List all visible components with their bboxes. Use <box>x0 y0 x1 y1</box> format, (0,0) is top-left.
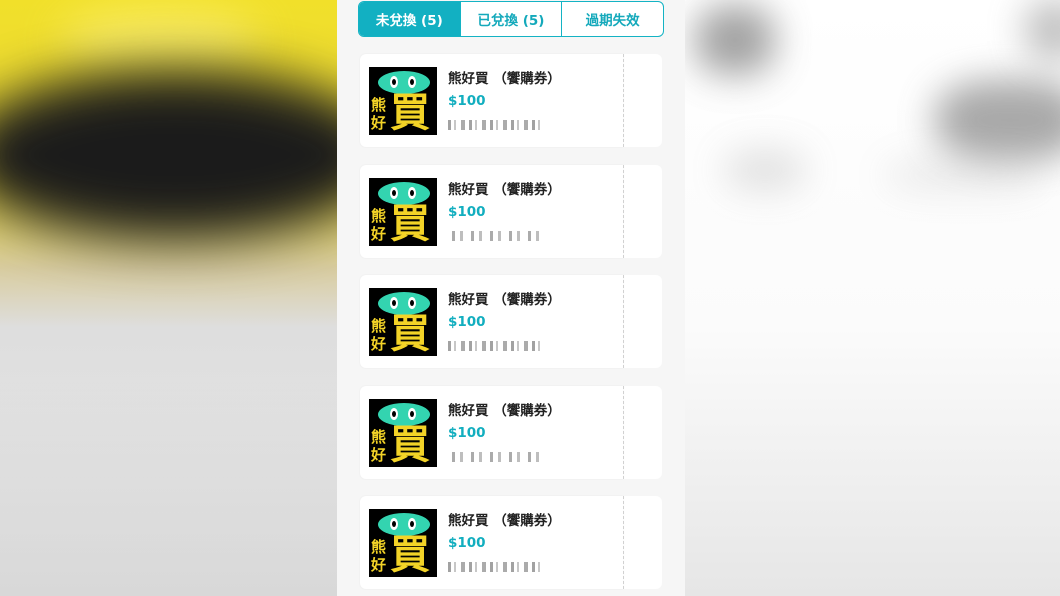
coupon-card[interactable]: 熊 好 買 熊好買 （饗購券） $100 <box>360 164 662 258</box>
coupon-stub <box>623 54 662 147</box>
coupon-list: 熊 好 買 熊好買 （饗購券） $100 熊 好 買 熊好買 （饗購券） $10… <box>360 54 662 596</box>
brand-logo: 熊 好 買 <box>369 288 437 356</box>
coupon-card[interactable]: 熊 好 買 熊好買 （饗購券） $100 <box>360 385 662 479</box>
logo-char: 好 <box>371 445 387 464</box>
coupon-stub <box>623 385 662 479</box>
background-blur-shape <box>885 160 1045 190</box>
redacted-code <box>448 451 540 462</box>
coupon-stub <box>623 275 662 368</box>
coupon-price: $100 <box>448 314 486 330</box>
logo-char: 買 <box>390 421 430 467</box>
redacted-code <box>448 341 540 351</box>
brand-logo: 熊 好 買 <box>369 509 437 577</box>
background-blur-shape <box>0 380 337 596</box>
coupon-card[interactable]: 熊 好 買 熊好買 （饗購券） $100 <box>360 275 662 368</box>
coupon-body: 熊 好 買 熊好買 （饗購券） $100 <box>360 385 623 479</box>
background-blur-shape <box>725 150 805 190</box>
background-blur-shape <box>0 70 337 240</box>
coupon-title: 熊好買 （饗購券） <box>448 181 561 198</box>
coupon-title: 熊好買 （饗購券） <box>448 71 561 87</box>
redacted-code <box>448 562 540 572</box>
tab-unredeemed[interactable]: 未兌換 (5) <box>359 2 461 36</box>
logo-char: 好 <box>371 114 387 132</box>
coupon-body: 熊 好 買 熊好買 （饗購券） $100 <box>360 164 623 258</box>
logo-char: 好 <box>371 335 387 353</box>
logo-char: 熊 <box>371 317 387 335</box>
coupon-title: 熊好買 （饗購券） <box>448 292 561 308</box>
background-blur-shape <box>60 10 260 70</box>
coupon-title: 熊好買 （饗購券） <box>448 513 561 529</box>
coupon-stub <box>623 496 662 589</box>
logo-char: 好 <box>371 224 387 243</box>
logo-char: 熊 <box>371 538 387 556</box>
coupon-status-tabs: 未兌換 (5) 已兌換 (5) 過期失效 <box>358 1 664 37</box>
blurred-background-right <box>685 0 1060 596</box>
background-blur-shape <box>1025 0 1060 60</box>
coupon-card[interactable]: 熊 好 買 熊好買 （饗購券） $100 <box>360 496 662 589</box>
coupon-card[interactable]: 熊 好 買 熊好買 （饗購券） $100 <box>360 54 662 147</box>
brand-logo: 熊 好 買 <box>369 67 437 135</box>
background-blur-shape <box>935 80 1060 160</box>
logo-char: 買 <box>390 90 430 135</box>
coupon-price: $100 <box>448 203 486 220</box>
coupon-stub <box>623 164 662 258</box>
coupon-body: 熊 好 買 熊好買 （饗購券） $100 <box>360 54 623 147</box>
logo-char: 熊 <box>371 206 387 225</box>
redacted-code <box>448 120 540 130</box>
logo-char: 買 <box>390 200 430 246</box>
coupon-body: 熊 好 買 熊好買 （饗購券） $100 <box>360 496 623 589</box>
blurred-background-left <box>0 0 337 596</box>
coupon-panel: 未兌換 (5) 已兌換 (5) 過期失效 熊 好 買 熊好買 （饗購券） $10… <box>337 0 685 596</box>
background-blur-shape <box>695 5 775 75</box>
coupon-price: $100 <box>448 424 486 441</box>
tab-expired[interactable]: 過期失效 <box>562 2 663 36</box>
coupon-body: 熊 好 買 熊好買 （饗購券） $100 <box>360 275 623 368</box>
logo-char: 買 <box>390 311 430 356</box>
logo-char: 買 <box>390 532 430 577</box>
coupon-price: $100 <box>448 93 486 109</box>
coupon-price: $100 <box>448 535 486 551</box>
brand-logo: 熊 好 買 <box>369 398 437 467</box>
tab-redeemed[interactable]: 已兌換 (5) <box>461 2 563 36</box>
brand-logo: 熊 好 買 <box>369 177 437 246</box>
coupon-title: 熊好買 （饗購券） <box>448 402 561 419</box>
redacted-code <box>448 230 540 241</box>
logo-char: 熊 <box>371 96 387 114</box>
logo-char: 熊 <box>371 427 387 446</box>
logo-char: 好 <box>371 556 387 574</box>
